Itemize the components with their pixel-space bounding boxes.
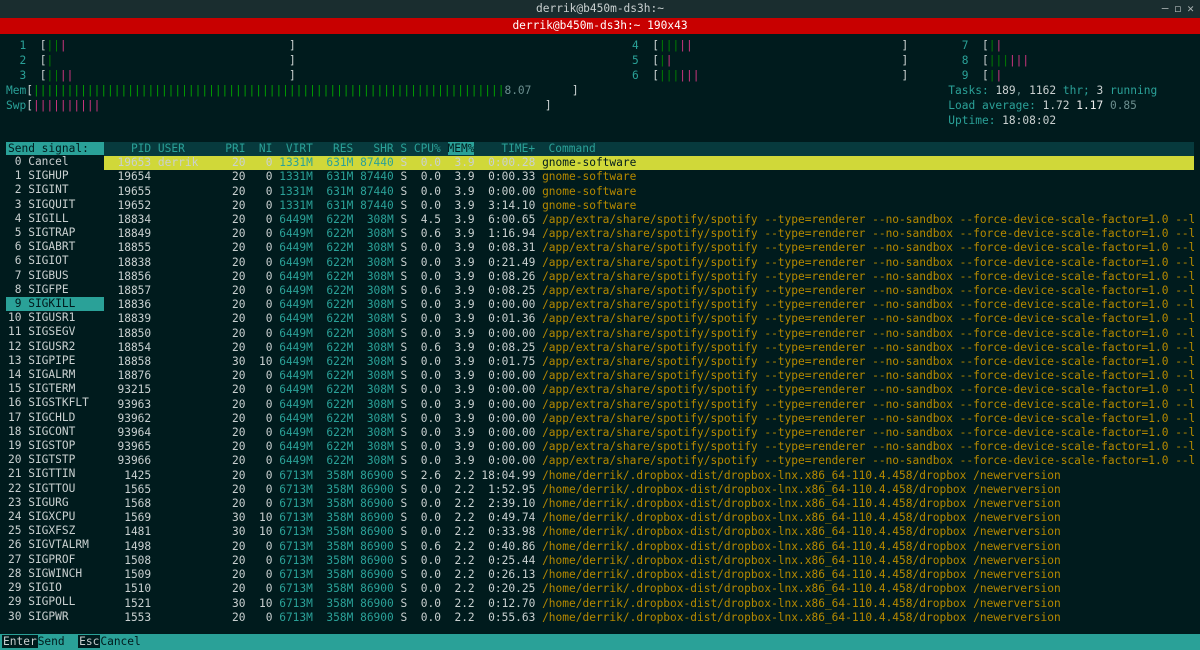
- signal-SIGKILL[interactable]: 9 SIGKILL: [6, 297, 104, 311]
- cpu-bar-3: 3 [|||| ]: [6, 68, 579, 83]
- process-row[interactable]: 93965 20 0 6449M 622M 308M S 0.0 3.9 0:0…: [104, 440, 1194, 454]
- signal-SIGXCPU[interactable]: 24 SIGXCPU: [6, 510, 104, 524]
- process-row[interactable]: 18834 20 0 6449M 622M 308M S 4.5 3.9 6:0…: [104, 213, 1194, 227]
- signal-SIGPWR[interactable]: 30 SIGPWR: [6, 610, 104, 624]
- cpu-bar-9: 9 [|| ]: [948, 68, 1200, 83]
- signal-SIGTTOU[interactable]: 22 SIGTTOU: [6, 482, 104, 496]
- process-row[interactable]: 18850 20 0 6449M 622M 308M S 0.0 3.9 0:0…: [104, 327, 1194, 341]
- signal-SIGIO[interactable]: 29 SIGIO: [6, 581, 104, 595]
- process-row[interactable]: 18856 20 0 6449M 622M 308M S 0.0 3.9 0:0…: [104, 270, 1194, 284]
- process-row[interactable]: 19652 20 0 1331M 631M 87440 S 0.0 3.9 3:…: [104, 199, 1194, 213]
- signal-SIGTRAP[interactable]: 5 SIGTRAP: [6, 226, 104, 240]
- send-action[interactable]: Send: [38, 635, 65, 648]
- process-row[interactable]: 19653 derrik 20 0 1331M 631M 87440 S 0.0…: [104, 156, 1194, 170]
- process-table[interactable]: PID USER PRI NI VIRT RES SHR S CPU% MEM%…: [104, 142, 1194, 625]
- window-titlebar[interactable]: derrik@b450m-ds3h:~ — ◻ ✕: [0, 0, 1200, 18]
- signal-SIGPIPE[interactable]: 13 SIGPIPE: [6, 354, 104, 368]
- key-esc: Esc: [78, 635, 100, 648]
- process-row[interactable]: 93963 20 0 6449M 622M 308M S 0.0 3.9 0:0…: [104, 398, 1194, 412]
- cpu-bar-7: 7 [|| ]: [948, 38, 1200, 53]
- process-row[interactable]: 93962 20 0 6449M 622M 308M S 0.0 3.9 0:0…: [104, 412, 1194, 426]
- signal-SIGALRM[interactable]: 14 SIGALRM: [6, 368, 104, 382]
- process-row[interactable]: 19654 20 0 1331M 631M 87440 S 0.0 3.9 0:…: [104, 170, 1194, 184]
- process-row[interactable]: 18838 20 0 6449M 622M 308M S 0.0 3.9 0:2…: [104, 256, 1194, 270]
- signal-SIGXFSZ[interactable]: 25 SIGXFSZ: [6, 524, 104, 538]
- process-row[interactable]: 18849 20 0 6449M 622M 308M S 0.6 3.9 1:1…: [104, 227, 1194, 241]
- signal-title: Send signal:: [6, 142, 104, 155]
- process-row[interactable]: 18855 20 0 6449M 622M 308M S 0.0 3.9 0:0…: [104, 241, 1194, 255]
- signal-SIGCONT[interactable]: 18 SIGCONT: [6, 425, 104, 439]
- signal-SIGINT[interactable]: 2 SIGINT: [6, 183, 104, 197]
- signal-SIGTSTP[interactable]: 20 SIGTSTP: [6, 453, 104, 467]
- signal-SIGILL[interactable]: 4 SIGILL: [6, 212, 104, 226]
- signal-SIGCHLD[interactable]: 17 SIGCHLD: [6, 411, 104, 425]
- loadavg-stat: Load average: 1.72 1.17 0.85: [948, 98, 1200, 113]
- swap-bar: Swp[|||||||||| ]: [6, 98, 579, 113]
- process-row[interactable]: 1568 20 0 6713M 358M 86900 S 0.0 2.2 2:3…: [104, 497, 1194, 511]
- signal-Cancel[interactable]: 0 Cancel: [6, 155, 104, 169]
- process-row[interactable]: 1481 30 10 6713M 358M 86900 S 0.0 2.2 0:…: [104, 525, 1194, 539]
- signal-panel: Send signal: 0 Cancel 1 SIGHUP 2 SIGINT …: [6, 142, 104, 625]
- process-row[interactable]: 1565 20 0 6713M 358M 86900 S 0.0 2.2 1:5…: [104, 483, 1194, 497]
- uptime-stat: Uptime: 18:08:02: [948, 113, 1200, 128]
- signal-SIGQUIT[interactable]: 3 SIGQUIT: [6, 198, 104, 212]
- key-enter: Enter: [2, 635, 38, 648]
- process-row[interactable]: 19655 20 0 1331M 631M 87440 S 0.0 3.9 0:…: [104, 185, 1194, 199]
- minimize-icon[interactable]: —: [1162, 0, 1169, 18]
- terminal-tab[interactable]: derrik@b450m-ds3h:~ 190x43: [0, 18, 1200, 34]
- signal-SIGSTOP[interactable]: 19 SIGSTOP: [6, 439, 104, 453]
- cpu-bar-4: 4 [||||| ]: [619, 38, 909, 53]
- cpu-bar-5: 5 [|| ]: [619, 53, 909, 68]
- process-row[interactable]: 1510 20 0 6713M 358M 86900 S 0.0 2.2 0:2…: [104, 582, 1194, 596]
- cpu-bar-1: 1 [||| ]: [6, 38, 579, 53]
- table-header[interactable]: PID USER PRI NI VIRT RES SHR S CPU% MEM%…: [104, 142, 1194, 156]
- process-row[interactable]: 18839 20 0 6449M 622M 308M S 0.0 3.9 0:0…: [104, 312, 1194, 326]
- process-row[interactable]: 18836 20 0 6449M 622M 308M S 0.0 3.9 0:0…: [104, 298, 1194, 312]
- signal-SIGHUP[interactable]: 1 SIGHUP: [6, 169, 104, 183]
- close-icon[interactable]: ✕: [1187, 0, 1194, 18]
- process-row[interactable]: 1508 20 0 6713M 358M 86900 S 0.0 2.2 0:2…: [104, 554, 1194, 568]
- process-row[interactable]: 1498 20 0 6713M 358M 86900 S 0.6 2.2 0:4…: [104, 540, 1194, 554]
- process-row[interactable]: 1553 20 0 6713M 358M 86900 S 0.0 2.2 0:5…: [104, 611, 1194, 625]
- process-row[interactable]: 93964 20 0 6449M 622M 308M S 0.0 3.9 0:0…: [104, 426, 1194, 440]
- window-title: derrik@b450m-ds3h:~: [536, 2, 664, 15]
- signal-SIGUSR1[interactable]: 10 SIGUSR1: [6, 311, 104, 325]
- process-row[interactable]: 18854 20 0 6449M 622M 308M S 0.6 3.9 0:0…: [104, 341, 1194, 355]
- signal-SIGURG[interactable]: 23 SIGURG: [6, 496, 104, 510]
- process-row[interactable]: 18857 20 0 6449M 622M 308M S 0.6 3.9 0:0…: [104, 284, 1194, 298]
- maximize-icon[interactable]: ◻: [1175, 0, 1182, 18]
- footer-bar: EnterSend EscCancel: [0, 634, 1200, 650]
- signal-SIGSTKFLT[interactable]: 16 SIGSTKFLT: [6, 396, 104, 410]
- signal-SIGPROF[interactable]: 27 SIGPROF: [6, 553, 104, 567]
- process-row[interactable]: 1569 30 10 6713M 358M 86900 S 0.0 2.2 0:…: [104, 511, 1194, 525]
- signal-SIGWINCH[interactable]: 28 SIGWINCH: [6, 567, 104, 581]
- process-row[interactable]: 1521 30 10 6713M 358M 86900 S 0.0 2.2 0:…: [104, 597, 1194, 611]
- signal-SIGTTIN[interactable]: 21 SIGTTIN: [6, 467, 104, 481]
- cpu-bar-2: 2 [| ]: [6, 53, 579, 68]
- signal-SIGIOT[interactable]: 6 SIGIOT: [6, 254, 104, 268]
- cancel-action[interactable]: Cancel: [100, 635, 140, 648]
- process-row[interactable]: 18876 20 0 6449M 622M 308M S 0.0 3.9 0:0…: [104, 369, 1194, 383]
- tasks-stat: Tasks: 189, 1162 thr; 3 running: [948, 83, 1200, 98]
- signal-SIGFPE[interactable]: 8 SIGFPE: [6, 283, 104, 297]
- signal-SIGTERM[interactable]: 15 SIGTERM: [6, 382, 104, 396]
- signal-SIGBUS[interactable]: 7 SIGBUS: [6, 269, 104, 283]
- process-row[interactable]: 1509 20 0 6713M 358M 86900 S 0.0 2.2 0:2…: [104, 568, 1194, 582]
- signal-SIGSEGV[interactable]: 11 SIGSEGV: [6, 325, 104, 339]
- process-row[interactable]: 93215 20 0 6449M 622M 308M S 0.0 3.9 0:0…: [104, 383, 1194, 397]
- process-row[interactable]: 1425 20 0 6713M 358M 86900 S 2.6 2.2 18:…: [104, 469, 1194, 483]
- process-row[interactable]: 18858 30 10 6449M 622M 308M S 0.0 3.9 0:…: [104, 355, 1194, 369]
- signal-SIGVTALRM[interactable]: 26 SIGVTALRM: [6, 538, 104, 552]
- signal-SIGPOLL[interactable]: 29 SIGPOLL: [6, 595, 104, 609]
- cpu-bar-8: 8 [|||||| ]: [948, 53, 1200, 68]
- signal-SIGUSR2[interactable]: 12 SIGUSR2: [6, 340, 104, 354]
- signal-SIGABRT[interactable]: 6 SIGABRT: [6, 240, 104, 254]
- cpu-meters: 1 [||| ] 2 [| ] 3 [|||| ]Mem[|||||||||||…: [6, 38, 1194, 128]
- mem-bar: Mem[||||||||||||||||||||||||||||||||||||…: [6, 83, 579, 98]
- cpu-bar-6: 6 [|||||| ]: [619, 68, 909, 83]
- process-row[interactable]: 93966 20 0 6449M 622M 308M S 0.0 3.9 0:0…: [104, 454, 1194, 468]
